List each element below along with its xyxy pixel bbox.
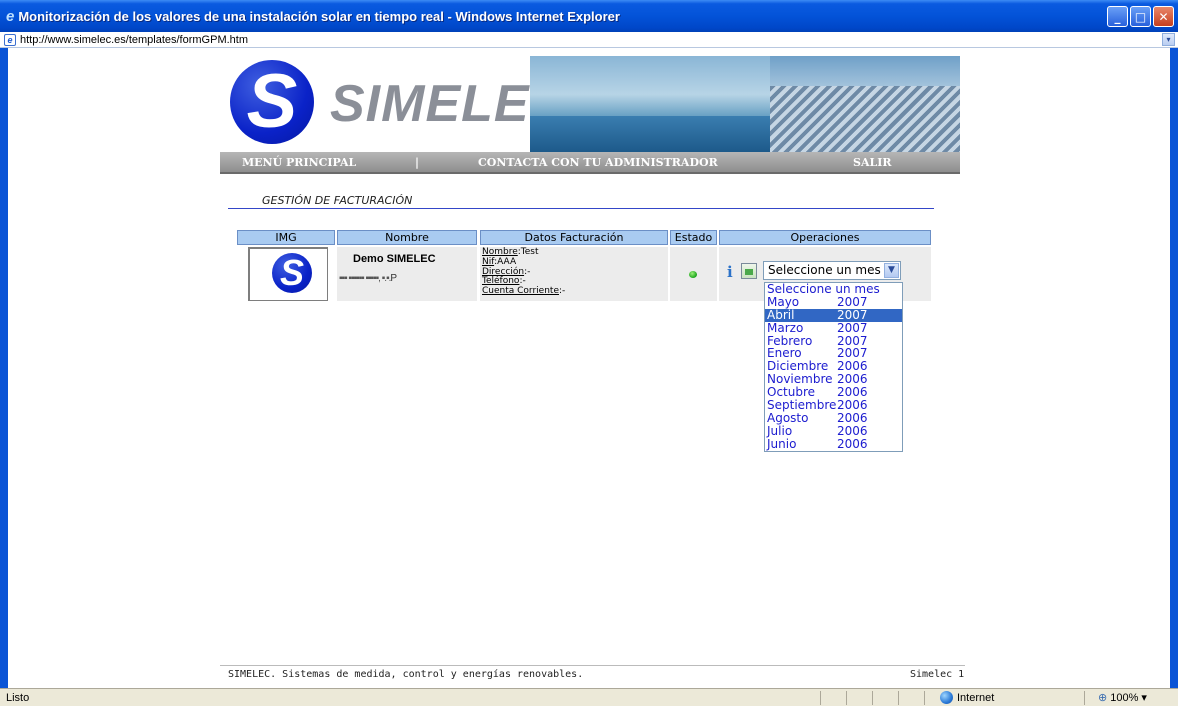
client-logo-letter: S xyxy=(279,252,304,293)
month-option-year: 2007 xyxy=(837,307,868,322)
status-bar: Listo Internet ⊕ 100% ▾ xyxy=(0,688,1178,706)
month-option-year: 2006 xyxy=(837,398,868,413)
month-select[interactable]: Seleccione un mes ▼ xyxy=(763,261,901,280)
main-menu: MENÚ PRINCIPAL | CONTACTA CON TU ADMINIS… xyxy=(220,152,960,174)
month-dropdown-list: Seleccione un mes Mayo 2007 Abril 2007 Marzo 2… xyxy=(764,282,903,452)
month-option-year: 2007 xyxy=(837,320,868,335)
month-option-month: Septiembre xyxy=(767,398,837,413)
row-datos-cell: Nombre:Test Nif:AAA Dirección:- Teléfono… xyxy=(480,247,668,301)
page-content: S SIMELEC MENÚ PRINCIPAL | CONTACTA CON … xyxy=(8,48,1170,688)
header-datos: Datos Facturación xyxy=(480,230,668,245)
header-nombre: Nombre xyxy=(337,230,477,245)
maximize-button[interactable]: □ xyxy=(1130,6,1151,27)
solar-panels-image xyxy=(770,86,960,152)
banner-sea xyxy=(530,116,780,152)
month-option[interactable]: Agosto 2006 xyxy=(765,412,902,425)
header-img: IMG xyxy=(237,230,335,245)
address-bar[interactable]: e http://www.simelec.es/templates/formGP… xyxy=(0,32,1178,48)
zoom-dropdown-icon[interactable]: ▾ xyxy=(1141,691,1147,704)
info-icon[interactable]: i xyxy=(727,263,735,281)
month-option-month: Mayo xyxy=(767,294,800,309)
section-divider xyxy=(228,208,934,209)
month-option-month: Agosto xyxy=(767,410,809,425)
footer-divider xyxy=(220,665,965,666)
month-option-year: 2006 xyxy=(837,423,868,438)
statusbar-separator xyxy=(820,691,821,705)
row-nombre-cell: Demo SIMELEC ▪▪▪ ▪▪▪▪▪▪ ▪▪▪▪▪, ▪.▪.P xyxy=(337,247,477,301)
statusbar-separator xyxy=(872,691,873,705)
window-controls: _ □ ✕ xyxy=(1107,6,1174,27)
section-title: GESTIÓN DE FACTURACIÓN xyxy=(262,194,413,207)
month-option[interactable]: Abril 2007 xyxy=(765,307,902,322)
zoom-control[interactable]: ⊕ 100% ▾ xyxy=(1098,691,1147,705)
ie-logo-icon: e xyxy=(6,7,15,25)
month-select-value: Seleccione un mes xyxy=(768,263,881,277)
header-banner: S SIMELEC MENÚ PRINCIPAL | CONTACTA CON … xyxy=(220,56,960,188)
footer-version: Simelec 1 xyxy=(910,669,965,680)
row-image-cell: S xyxy=(245,247,331,301)
zone-label: Internet xyxy=(957,691,995,704)
month-option[interactable]: Junio 2006 xyxy=(765,436,902,451)
billing-details: Nombre:Test Nif:AAA Dirección:- Teléfono… xyxy=(482,247,566,297)
banner-sky xyxy=(770,56,960,90)
window-titlebar: e Monitorización de los valores de una i… xyxy=(0,0,1178,32)
row-estado-cell xyxy=(670,247,717,301)
month-option-month: Seleccione un mes xyxy=(767,282,880,296)
month-option[interactable]: Septiembre 2006 xyxy=(765,399,902,412)
statusbar-separator xyxy=(846,691,847,705)
exit-link[interactable]: SALIR xyxy=(853,156,892,169)
menu-separator: | xyxy=(415,156,420,169)
billing-cuenta: Cuenta Corriente:- xyxy=(482,286,566,297)
month-option[interactable]: Mayo 2007 xyxy=(765,294,902,309)
month-option-month: Junio xyxy=(767,436,797,451)
banner-photo xyxy=(530,56,960,152)
menu-principal-link[interactable]: MENÚ PRINCIPAL xyxy=(242,156,356,169)
close-button[interactable]: ✕ xyxy=(1153,6,1174,27)
client-subtitle: ▪▪▪ ▪▪▪▪▪▪ ▪▪▪▪▪, ▪.▪.P xyxy=(339,273,398,284)
security-zone[interactable]: Internet xyxy=(940,691,994,704)
contact-admin-link[interactable]: CONTACTA CON TU ADMINISTRADOR xyxy=(478,156,718,169)
client-name: Demo SIMELEC xyxy=(353,253,436,265)
zoom-level: 100% xyxy=(1110,691,1139,704)
window-right-border xyxy=(1170,48,1178,688)
invoice-document-icon[interactable] xyxy=(741,263,757,279)
month-option[interactable]: Julio 2006 xyxy=(765,423,902,438)
minimize-button[interactable]: _ xyxy=(1107,6,1128,27)
zoom-icon: ⊕ xyxy=(1098,692,1108,704)
page-icon: e xyxy=(4,33,16,46)
month-option-month: Julio xyxy=(767,423,793,438)
header-estado: Estado xyxy=(670,230,717,245)
month-option[interactable]: Seleccione un mes xyxy=(765,283,902,296)
logo: S SIMELEC xyxy=(220,56,567,152)
chevron-down-icon[interactable]: ▼ xyxy=(884,263,899,278)
status-ok-icon xyxy=(689,271,697,278)
month-option[interactable]: Marzo 2007 xyxy=(765,320,902,335)
month-option-month: Marzo xyxy=(767,320,804,335)
statusbar-separator xyxy=(1084,691,1085,705)
month-option-year: 2007 xyxy=(837,294,868,309)
window-title: Monitorización de los valores de una ins… xyxy=(18,8,620,24)
month-option-year: 2006 xyxy=(837,410,868,425)
status-text: Listo xyxy=(6,692,30,704)
footer-text: SIMELEC. Sistemas de medida, control y e… xyxy=(228,669,584,680)
address-url[interactable]: http://www.simelec.es/templates/formGPM.… xyxy=(20,34,248,46)
statusbar-separator xyxy=(924,691,925,705)
month-option-year: 2006 xyxy=(837,436,868,451)
header-operaciones: Operaciones xyxy=(719,230,931,245)
window-left-border xyxy=(0,48,8,688)
statusbar-separator xyxy=(898,691,899,705)
address-dropdown-icon[interactable]: ▾ xyxy=(1162,33,1175,46)
globe-icon xyxy=(940,691,953,704)
logo-letter: S xyxy=(246,59,298,144)
month-option-month: Abril xyxy=(767,307,795,322)
client-logo-frame: S xyxy=(248,247,328,301)
